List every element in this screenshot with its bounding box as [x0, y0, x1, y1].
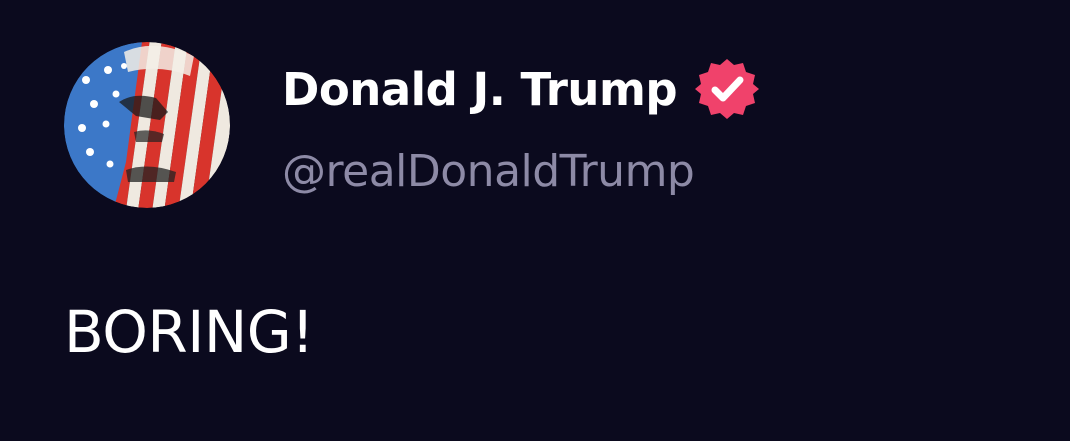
post-card: Donald J. Trump @realDonaldTrump BORING!	[0, 0, 1070, 441]
post-body-text: BORING!	[64, 298, 314, 366]
verified-badge-icon	[695, 57, 760, 121]
author-avatar[interactable]	[64, 42, 230, 208]
author-display-name[interactable]: Donald J. Trump	[282, 63, 678, 116]
author-handle[interactable]: @realDonaldTrump	[282, 146, 695, 197]
author-name-row: Donald J. Trump	[282, 57, 760, 121]
